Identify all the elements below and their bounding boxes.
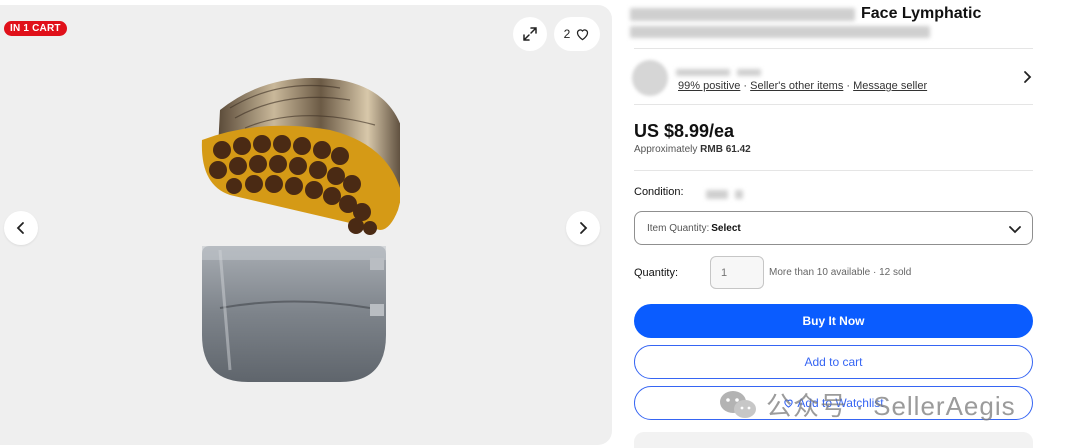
seller-card[interactable]: 99% positive · Seller's other items · Me…	[632, 58, 1032, 98]
condition-label: Condition:	[634, 186, 684, 198]
heart-icon	[577, 29, 589, 41]
seller-links: 99% positive · Seller's other items · Me…	[678, 80, 928, 92]
previous-image-button[interactable]	[4, 211, 38, 245]
quantity-input[interactable]	[710, 256, 764, 289]
blurred-title-text	[630, 7, 855, 21]
expand-icon	[523, 27, 537, 41]
seller-other-items-link[interactable]: Seller's other items	[750, 80, 843, 92]
watermark-text: 公众号 · SellerAegis	[766, 391, 1016, 421]
wechat-logo-icon	[720, 390, 756, 418]
blurred-title-text	[630, 26, 930, 38]
seller-avatar[interactable]	[632, 60, 668, 96]
add-to-cart-button[interactable]: Add to cart	[634, 345, 1033, 379]
product-photo	[201, 78, 400, 382]
message-seller-link[interactable]: Message seller	[853, 80, 927, 92]
quantity-label: Quantity:	[634, 267, 679, 279]
item-quantity-select[interactable]: Item Quantity: Select	[634, 211, 1033, 245]
next-section-card	[634, 432, 1033, 448]
next-image-button[interactable]	[566, 211, 600, 245]
price: US $8.99/ea	[634, 121, 735, 141]
listing-info: Face Lymphatic 99% positive · Seller's o…	[622, 0, 1042, 448]
image-gallery: IN 1 CART 2	[0, 5, 612, 445]
seller-details-button[interactable]	[1018, 68, 1036, 86]
watermark: 公众号 · SellerAegis	[718, 386, 1016, 423]
divider	[634, 104, 1033, 105]
listing-title: Face Lymphatic	[630, 5, 1040, 41]
divider	[634, 48, 1033, 49]
title-visible-text: Face Lymphatic	[861, 5, 982, 22]
expand-image-button[interactable]	[513, 17, 547, 51]
listing-page: IN 1 CART 2 Face Lymphatic 99% positive …	[0, 0, 1080, 448]
variation-label: Item Quantity:	[647, 222, 710, 234]
watch-count: 2	[563, 27, 571, 41]
chevron-right-icon	[1024, 71, 1032, 83]
availability-text: More than 10 available · 12 sold	[769, 267, 912, 278]
in-cart-badge: IN 1 CART	[4, 21, 67, 36]
chevron-down-icon	[1009, 226, 1021, 234]
converted-price: Approximately RMB 61.42	[634, 144, 751, 155]
watchers-button[interactable]: 2	[554, 17, 600, 51]
condition-value	[706, 186, 744, 204]
seller-feedback-link[interactable]: 99% positive	[678, 80, 740, 92]
chevron-left-icon	[16, 222, 24, 234]
divider	[634, 170, 1033, 171]
chevron-right-icon	[580, 222, 588, 234]
buy-it-now-button[interactable]: Buy It Now	[634, 304, 1033, 338]
variation-value: Select	[711, 222, 741, 234]
